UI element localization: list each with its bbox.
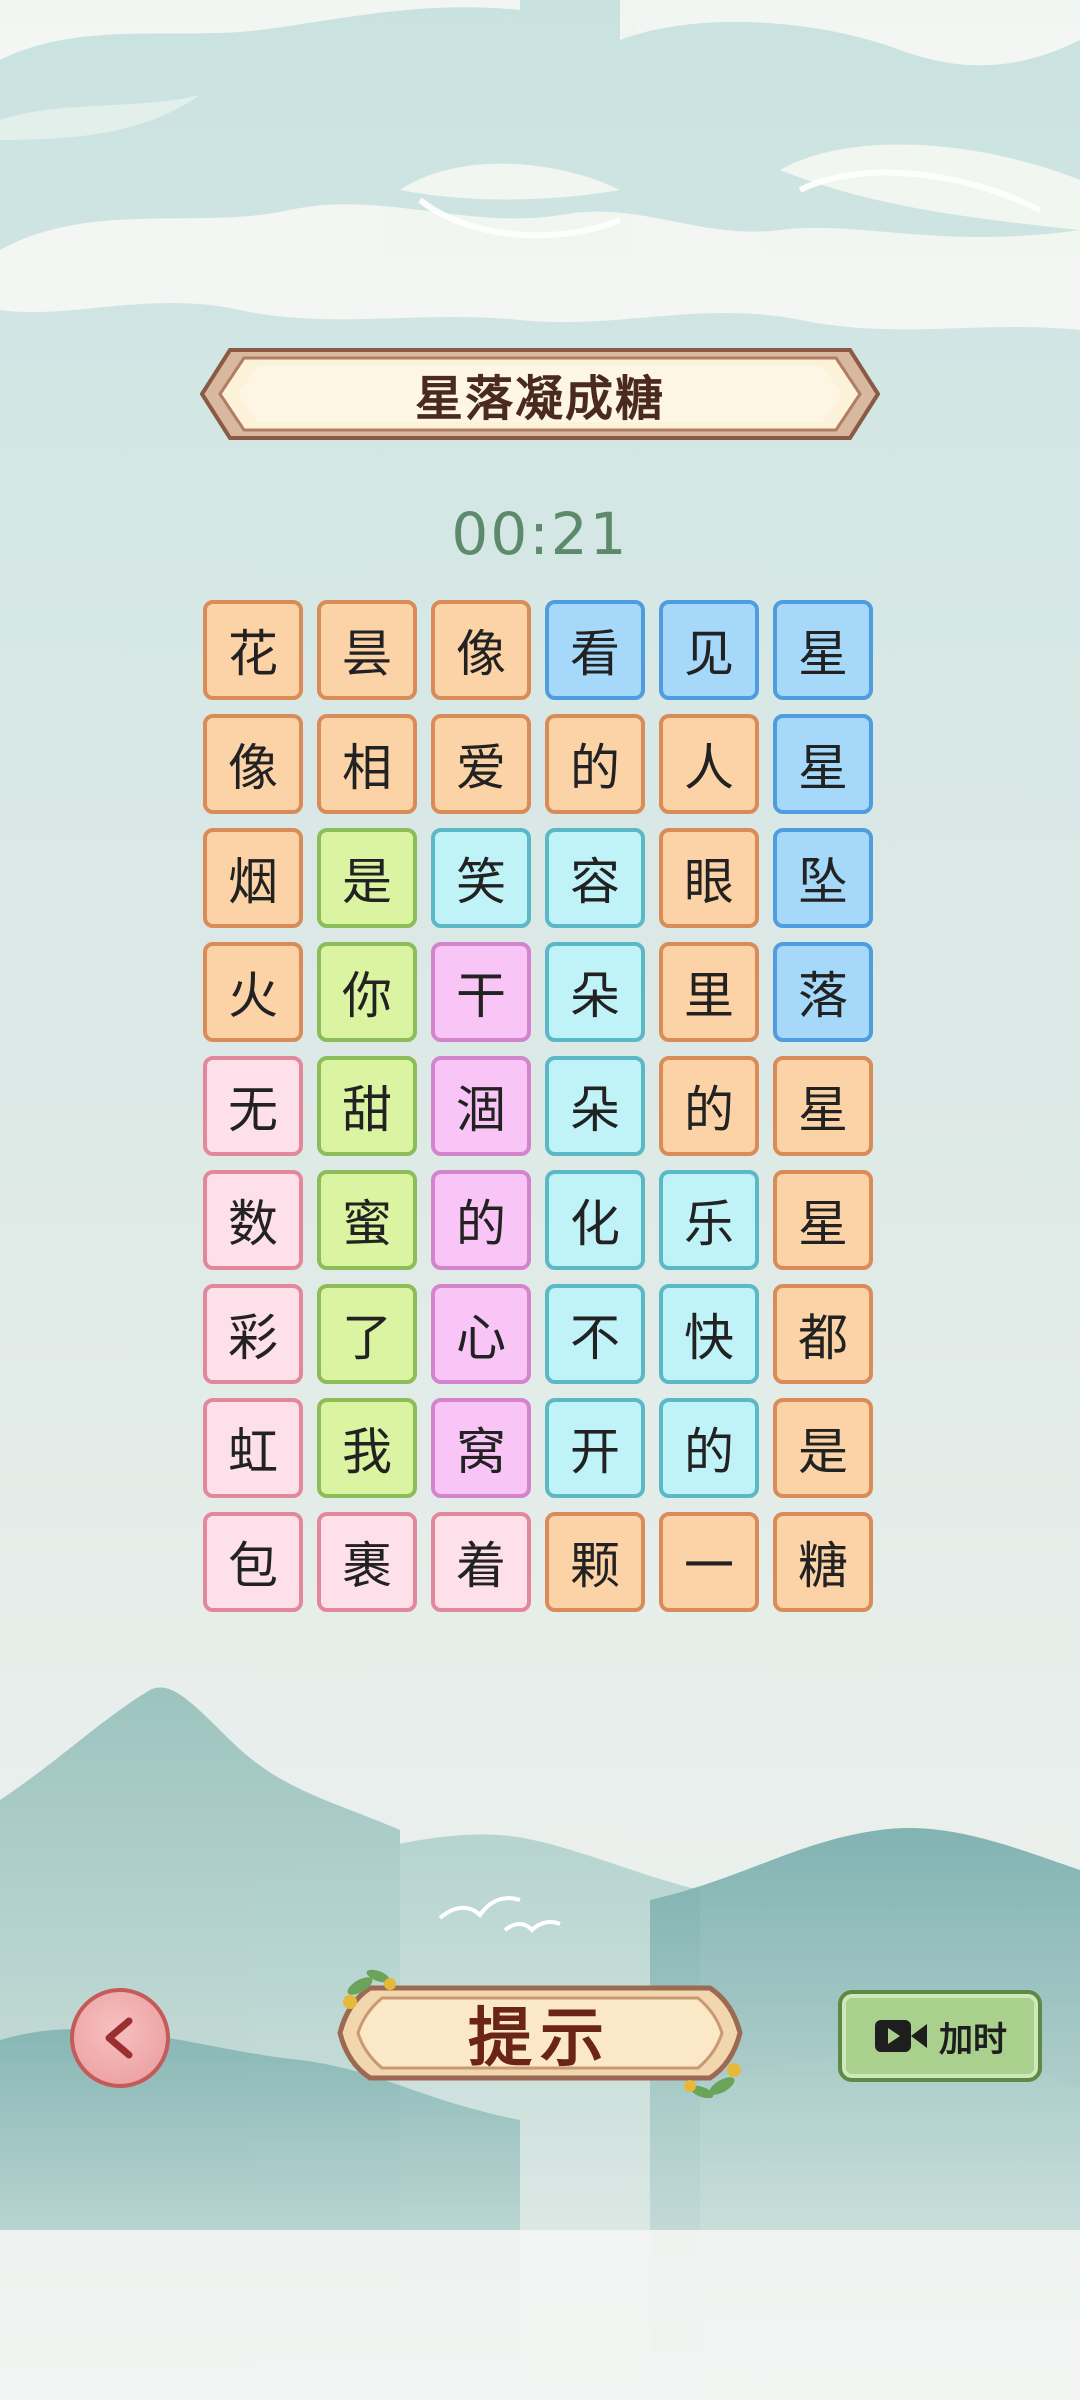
grid-tile[interactable]: 乐 bbox=[659, 1170, 759, 1270]
grid-tile[interactable]: 星 bbox=[773, 1170, 873, 1270]
grid-tile[interactable]: 虹 bbox=[203, 1398, 303, 1498]
grid-tile[interactable]: 了 bbox=[317, 1284, 417, 1384]
grid-tile[interactable]: 烟 bbox=[203, 828, 303, 928]
grid-tile[interactable]: 涸 bbox=[431, 1056, 531, 1156]
grid-tile[interactable]: 一 bbox=[659, 1512, 759, 1612]
grid-tile[interactable]: 快 bbox=[659, 1284, 759, 1384]
grid-tile[interactable]: 火 bbox=[203, 942, 303, 1042]
grid-tile[interactable]: 无 bbox=[203, 1056, 303, 1156]
grid-tile[interactable]: 落 bbox=[773, 942, 873, 1042]
grid-tile[interactable]: 甜 bbox=[317, 1056, 417, 1156]
grid-tile[interactable]: 是 bbox=[317, 828, 417, 928]
grid-tile[interactable]: 心 bbox=[431, 1284, 531, 1384]
grid-tile[interactable]: 彩 bbox=[203, 1284, 303, 1384]
character-grid: 花昙像看见星像相爱的人星烟是笑容眼坠火你干朵里落无甜涸朵的星数蜜的化乐星彩了心不… bbox=[203, 600, 875, 1612]
grid-tile[interactable]: 朵 bbox=[545, 942, 645, 1042]
grid-tile[interactable]: 像 bbox=[203, 714, 303, 814]
video-camera-icon bbox=[875, 2020, 927, 2052]
level-title: 星落凝成糖 bbox=[414, 371, 665, 427]
add-time-label: 加时 bbox=[939, 2019, 1007, 2060]
countdown-timer: 00:21 bbox=[451, 500, 629, 568]
grid-tile[interactable]: 见 bbox=[659, 600, 759, 700]
grid-tile[interactable]: 看 bbox=[545, 600, 645, 700]
hint-button[interactable]: 提示 bbox=[330, 1968, 750, 2098]
grid-tile[interactable]: 坠 bbox=[773, 828, 873, 928]
grid-tile[interactable]: 里 bbox=[659, 942, 759, 1042]
back-button[interactable] bbox=[70, 1988, 170, 2088]
grid-tile[interactable]: 昙 bbox=[317, 600, 417, 700]
grid-tile[interactable]: 化 bbox=[545, 1170, 645, 1270]
grid-tile[interactable]: 的 bbox=[659, 1056, 759, 1156]
grid-tile[interactable]: 人 bbox=[659, 714, 759, 814]
grid-tile[interactable]: 的 bbox=[545, 714, 645, 814]
grid-tile[interactable]: 颗 bbox=[545, 1512, 645, 1612]
grid-tile[interactable]: 不 bbox=[545, 1284, 645, 1384]
grid-tile[interactable]: 我 bbox=[317, 1398, 417, 1498]
grid-tile[interactable]: 的 bbox=[431, 1170, 531, 1270]
grid-tile[interactable]: 干 bbox=[431, 942, 531, 1042]
add-time-button[interactable]: 加时 bbox=[838, 1990, 1042, 2082]
grid-tile[interactable]: 你 bbox=[317, 942, 417, 1042]
grid-tile[interactable]: 数 bbox=[203, 1170, 303, 1270]
chevron-left-icon bbox=[105, 2017, 133, 2059]
grid-tile[interactable]: 容 bbox=[545, 828, 645, 928]
grid-tile[interactable]: 都 bbox=[773, 1284, 873, 1384]
grid-tile[interactable]: 星 bbox=[773, 600, 873, 700]
grid-tile[interactable]: 爱 bbox=[431, 714, 531, 814]
grid-tile[interactable]: 朵 bbox=[545, 1056, 645, 1156]
grid-tile[interactable]: 的 bbox=[659, 1398, 759, 1498]
grid-tile[interactable]: 像 bbox=[431, 600, 531, 700]
grid-tile[interactable]: 窝 bbox=[431, 1398, 531, 1498]
game-screen: 星落凝成糖 00:21 花昙像看见星像相爱的人星烟是笑容眼坠火你干朵里落无甜涸朵… bbox=[0, 0, 1080, 2400]
grid-tile[interactable]: 裹 bbox=[317, 1512, 417, 1612]
grid-tile[interactable]: 包 bbox=[203, 1512, 303, 1612]
grid-tile[interactable]: 星 bbox=[773, 1056, 873, 1156]
grid-tile[interactable]: 星 bbox=[773, 714, 873, 814]
grid-tile[interactable]: 相 bbox=[317, 714, 417, 814]
grid-tile[interactable]: 着 bbox=[431, 1512, 531, 1612]
grid-tile[interactable]: 笑 bbox=[431, 828, 531, 928]
cloud-decoration bbox=[0, 0, 1080, 330]
grid-tile[interactable]: 花 bbox=[203, 600, 303, 700]
grid-tile[interactable]: 是 bbox=[773, 1398, 873, 1498]
grid-tile[interactable]: 眼 bbox=[659, 828, 759, 928]
grid-tile[interactable]: 开 bbox=[545, 1398, 645, 1498]
grid-tile[interactable]: 蜜 bbox=[317, 1170, 417, 1270]
grid-tile[interactable]: 糖 bbox=[773, 1512, 873, 1612]
